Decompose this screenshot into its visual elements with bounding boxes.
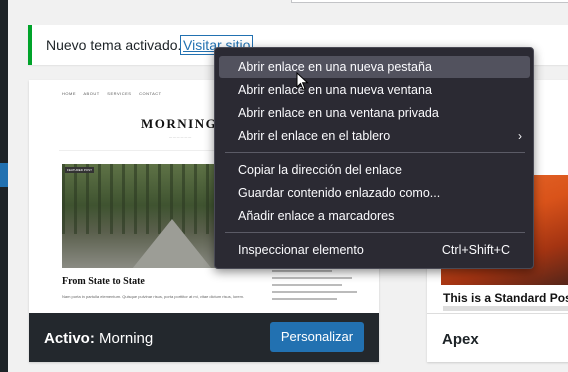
submenu-arrow-icon: ›	[518, 129, 522, 143]
menu-open-new-tab[interactable]: Abrir enlace en una nueva pestaña	[219, 56, 530, 78]
search-input[interactable]	[291, 0, 568, 3]
apex-post-title: This is a Standard Post	[443, 291, 568, 305]
menu-copy-link-label: Copiar la dirección del enlace	[238, 163, 402, 177]
menu-separator	[225, 152, 525, 153]
preview-badge: FEATURED POST	[65, 167, 94, 173]
menu-bookmark-link[interactable]: Añadir enlace a marcadores	[219, 205, 530, 227]
active-prefix: Activo:	[44, 330, 95, 347]
apex-footer: Apex	[427, 313, 568, 362]
preview-nav-contact: CONTACT	[139, 91, 162, 96]
active-theme-name: Activo: Morning	[44, 330, 153, 347]
preview-nav-about: ABOUT	[83, 91, 100, 96]
menu-copy-link[interactable]: Copiar la dirección del enlace	[219, 159, 530, 181]
top-strip	[8, 0, 568, 18]
active-menu-indicator	[0, 163, 8, 187]
menu-open-in-board[interactable]: Abrir el enlace en el tablero ›	[219, 125, 530, 147]
preview-nav-home: HOME	[62, 91, 76, 96]
preview-site-title: MORNING	[141, 116, 218, 131]
customize-button[interactable]: Personalizar	[270, 322, 364, 352]
active-theme-footer: Activo: Morning Personalizar	[29, 313, 379, 362]
menu-save-link-as[interactable]: Guardar contenido enlazado como...	[219, 182, 530, 204]
menu-open-new-window[interactable]: Abrir enlace en una nueva ventana	[219, 79, 530, 101]
menu-separator	[225, 232, 525, 233]
preview-sidebar	[272, 270, 367, 305]
menu-inspect-shortcut: Ctrl+Shift+C	[441, 243, 510, 257]
theme-name: Morning	[99, 330, 154, 347]
menu-inspect-element[interactable]: Inspeccionar elemento Ctrl+Shift+C	[219, 239, 530, 261]
menu-open-in-board-label: Abrir el enlace en el tablero	[238, 129, 391, 143]
menu-save-link-as-label: Guardar contenido enlazado como...	[238, 186, 441, 200]
preview-nav: HOME ABOUT SERVICES CONTACT	[62, 91, 168, 96]
menu-open-new-tab-label: Abrir enlace en una nueva pestaña	[238, 60, 432, 74]
preview-nav-services: SERVICES	[107, 91, 132, 96]
preview-post-text: Nam porta in partulla elementum. Quisque…	[62, 294, 245, 299]
apex-theme-name: Apex	[442, 331, 479, 348]
context-menu: Abrir enlace en una nueva pestaña Abrir …	[214, 47, 534, 269]
menu-bookmark-link-label: Añadir enlace a marcadores	[238, 209, 395, 223]
admin-sidebar	[0, 0, 8, 372]
apex-post-text	[443, 306, 568, 311]
menu-open-new-window-label: Abrir enlace en una nueva ventana	[238, 83, 432, 97]
preview-tagline: — — — — — —	[169, 135, 192, 139]
notice-text: Nuevo tema activado.	[46, 37, 182, 53]
preview-post-title: From State to State	[62, 276, 145, 287]
menu-inspect-element-label: Inspeccionar elemento	[238, 243, 364, 257]
mouse-cursor-icon	[296, 72, 309, 91]
menu-open-private-window-label: Abrir enlace en una ventana privada	[238, 106, 439, 120]
preview-road	[132, 219, 212, 268]
menu-open-private-window[interactable]: Abrir enlace en una ventana privada	[219, 102, 530, 124]
